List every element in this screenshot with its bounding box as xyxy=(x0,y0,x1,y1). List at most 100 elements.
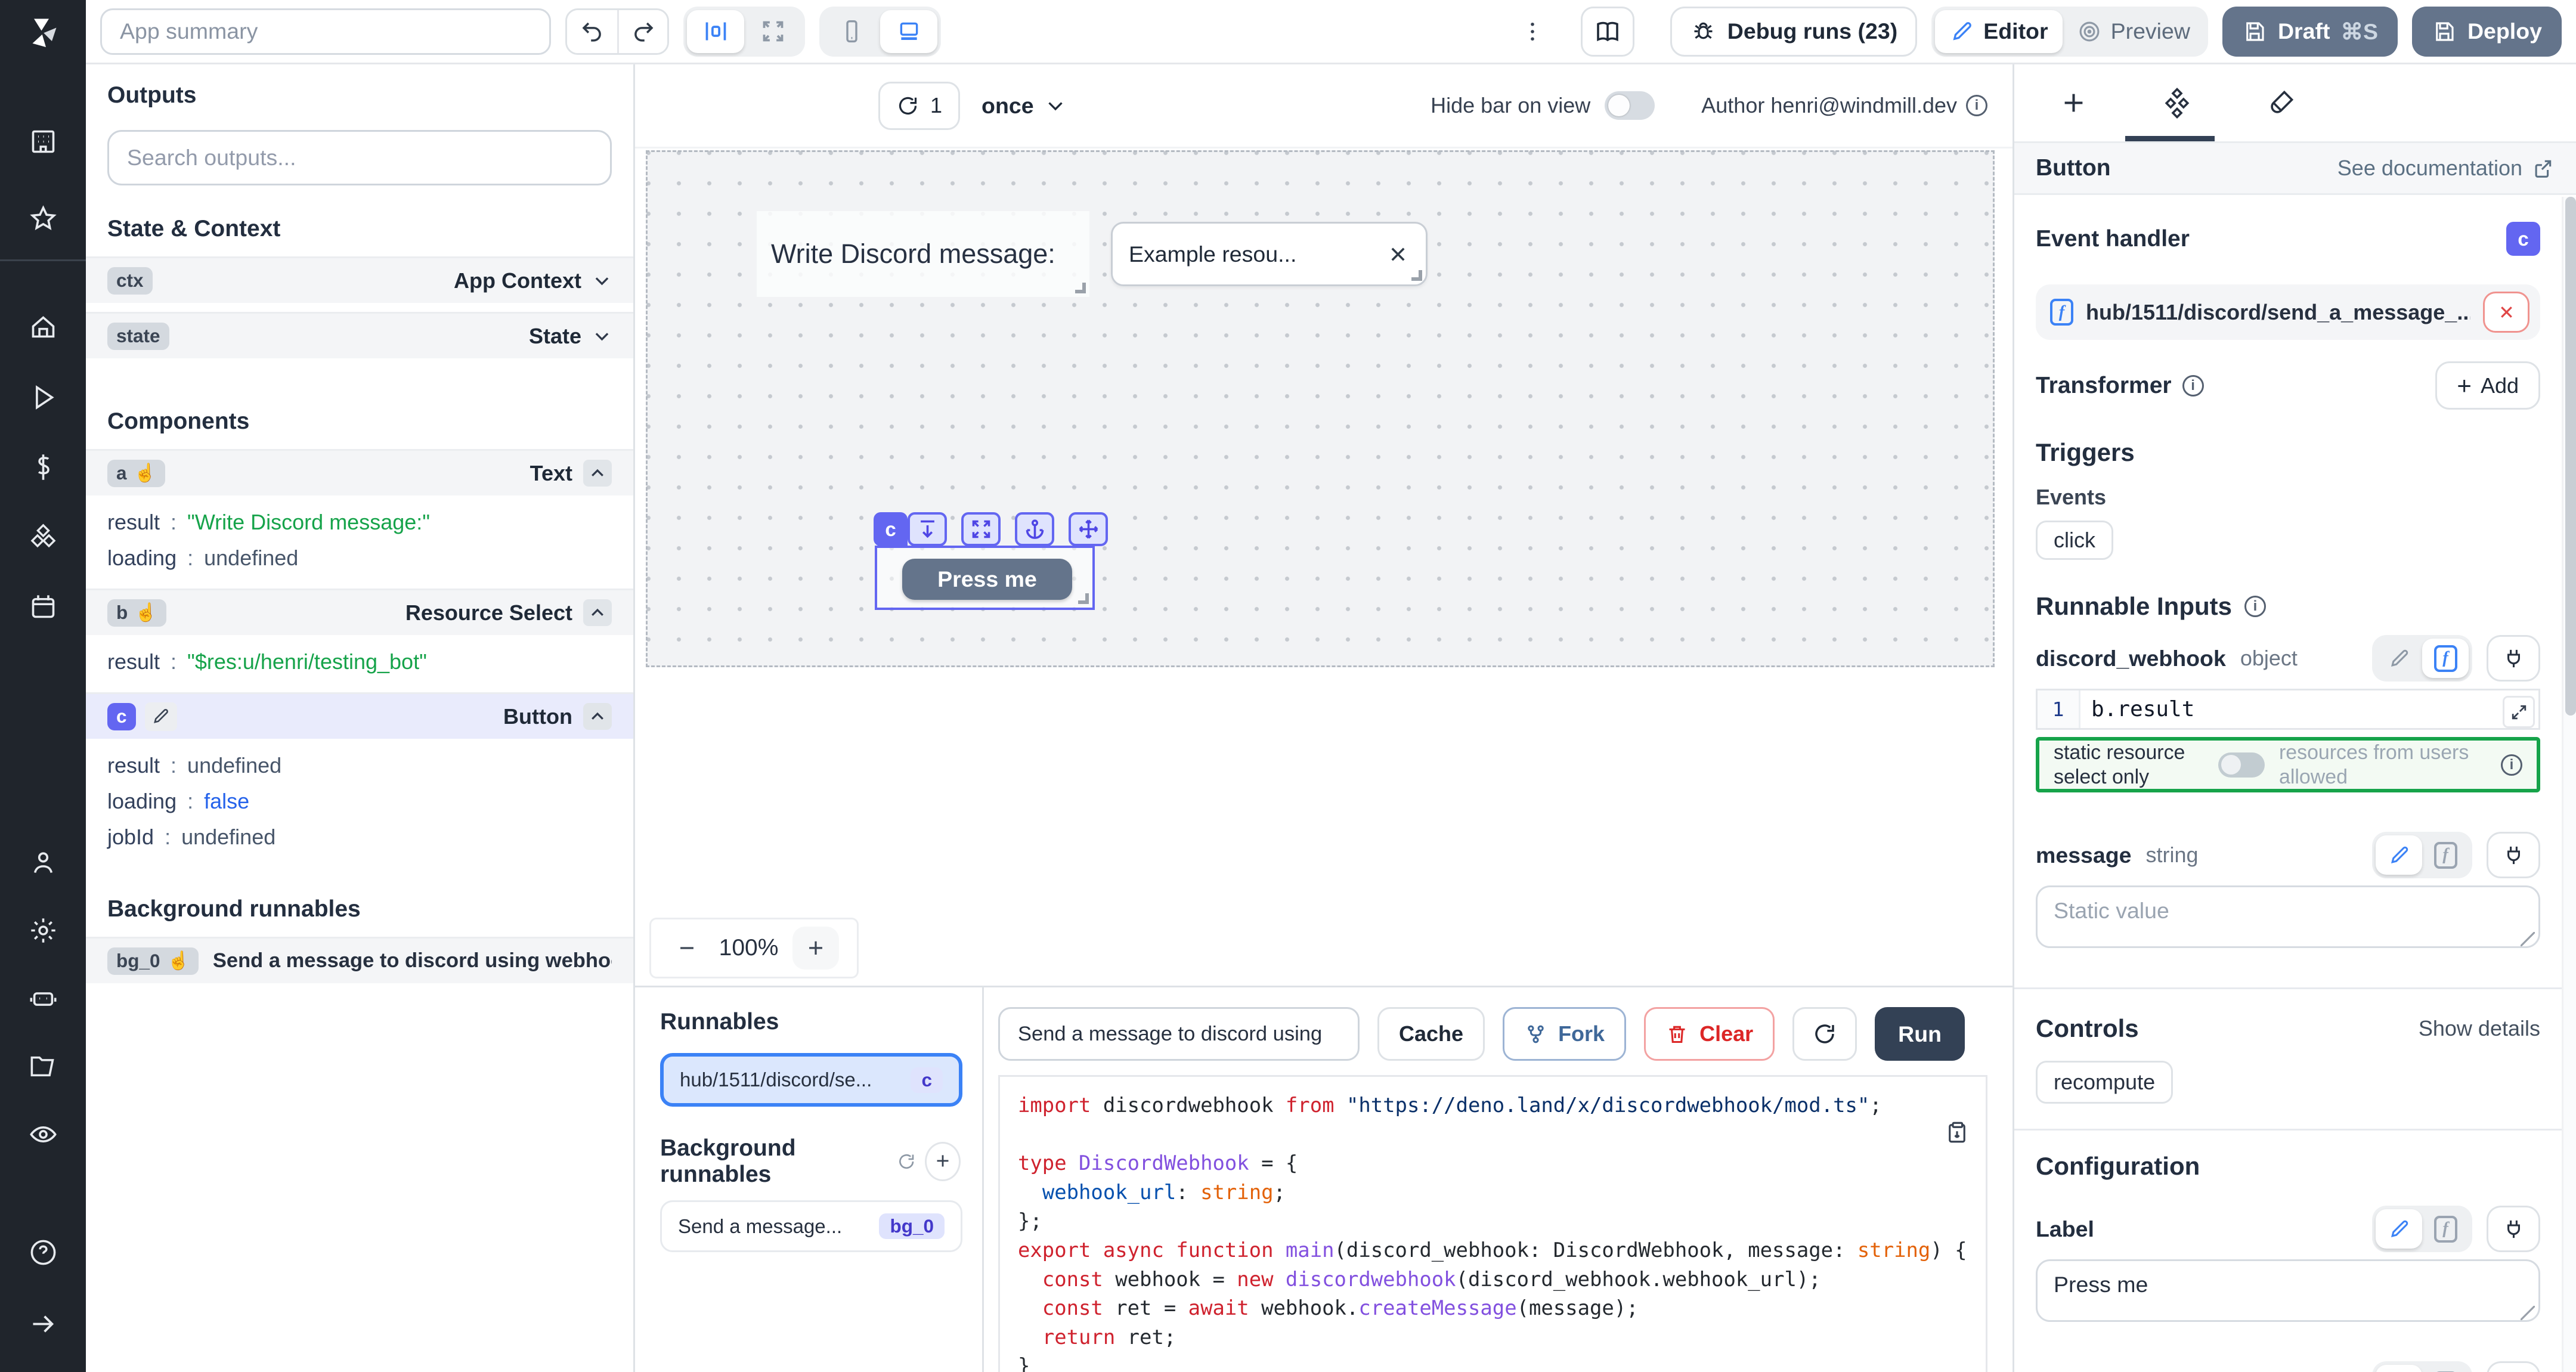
variables-icon[interactable] xyxy=(9,436,77,497)
text-component[interactable]: Write Discord message: xyxy=(757,211,1089,297)
event-handler-resource[interactable]: f hub/1511/discord/send_a_message_... xyxy=(2036,284,2540,340)
cache-button[interactable]: Cache xyxy=(1377,1007,1485,1061)
resources-from-users-toggle[interactable] xyxy=(2218,752,2265,778)
home-icon[interactable] xyxy=(9,297,77,358)
insert-below-icon[interactable] xyxy=(908,512,947,546)
styling-brush-tab[interactable] xyxy=(2229,64,2333,141)
more-menu-icon[interactable] xyxy=(1513,19,1552,44)
collapse-chevron-icon[interactable] xyxy=(583,703,612,730)
schedules-icon[interactable] xyxy=(9,576,77,637)
connect-plug-icon[interactable] xyxy=(2487,1206,2540,1252)
edit-pencil-icon[interactable] xyxy=(145,702,177,731)
component-row-c[interactable]: c Button xyxy=(86,692,633,739)
info-icon[interactable]: i xyxy=(2182,375,2204,397)
resize-handle[interactable] xyxy=(1075,283,1086,293)
info-icon[interactable]: i xyxy=(2244,596,2266,617)
schedule-mode-select[interactable]: once xyxy=(982,93,1066,119)
audit-eye-icon[interactable] xyxy=(9,1104,77,1165)
expression-input[interactable]: 1 b.result xyxy=(2036,689,2540,730)
anchor-icon[interactable] xyxy=(1015,512,1054,546)
background-runnable-row[interactable]: bg_0☝ Send a message to discord using we… xyxy=(86,937,633,983)
tab-editor[interactable]: Editor xyxy=(1935,10,2062,53)
remove-handler-button[interactable] xyxy=(2483,292,2529,333)
resources-icon[interactable] xyxy=(9,506,77,567)
move-component-icon[interactable] xyxy=(1069,512,1108,546)
show-details-link[interactable]: Show details xyxy=(2419,1016,2540,1041)
app-summary-input[interactable] xyxy=(100,8,551,55)
static-pencil-icon[interactable] xyxy=(2376,835,2422,875)
zoom-in-button[interactable]: + xyxy=(792,927,839,970)
refresh-script-button[interactable] xyxy=(1792,1007,1857,1061)
search-outputs-input[interactable] xyxy=(107,130,612,185)
component-row-a[interactable]: a☝ Text xyxy=(86,449,633,495)
chevron-down-icon[interactable] xyxy=(592,326,612,346)
draft-button[interactable]: Draft ⌘S xyxy=(2222,7,2398,57)
desktop-view-button[interactable] xyxy=(880,10,937,53)
zoom-out-button[interactable]: − xyxy=(669,933,705,964)
output-row-state[interactable]: state State xyxy=(86,312,633,358)
resize-handle[interactable] xyxy=(1411,270,1422,281)
collapse-chevron-icon[interactable] xyxy=(583,460,612,487)
undo-button[interactable] xyxy=(567,10,617,53)
collapse-sidebar-icon[interactable] xyxy=(9,1293,77,1354)
hide-bar-toggle[interactable] xyxy=(1605,91,1655,120)
resource-select-component[interactable]: Example resou... xyxy=(1111,222,1428,286)
component-settings-tab[interactable] xyxy=(2125,64,2229,141)
favorites-icon[interactable] xyxy=(9,188,77,249)
component-row-b[interactable]: b☝ Resource Select xyxy=(86,589,633,635)
connect-plug-icon[interactable] xyxy=(2487,1361,2540,1372)
redo-button[interactable] xyxy=(617,10,667,53)
help-icon[interactable] xyxy=(9,1222,77,1283)
mobile-view-button[interactable] xyxy=(823,10,880,53)
label-value-input[interactable]: Press me xyxy=(2036,1259,2540,1322)
expression-f-icon[interactable]: f xyxy=(2422,835,2469,875)
runs-icon[interactable] xyxy=(9,367,77,428)
connect-plug-icon[interactable] xyxy=(2487,832,2540,878)
expand-editor-icon[interactable] xyxy=(2503,696,2535,728)
docs-book-icon[interactable] xyxy=(1581,7,1634,57)
info-icon[interactable]: i xyxy=(1966,95,1987,116)
chevron-down-icon[interactable] xyxy=(592,271,612,290)
collapse-chevron-icon[interactable] xyxy=(583,599,612,626)
info-icon[interactable]: i xyxy=(2501,754,2522,776)
code-editor[interactable]: import discordwebhook from "https://deno… xyxy=(998,1075,1987,1372)
copy-code-icon[interactable] xyxy=(1945,1120,1970,1145)
debug-runs-button[interactable]: Debug runs (23) xyxy=(1670,7,1917,57)
static-pencil-icon[interactable] xyxy=(2376,639,2422,678)
run-button[interactable]: Run xyxy=(1875,1007,1965,1061)
connect-plug-icon[interactable] xyxy=(2487,635,2540,682)
add-background-runnable-button[interactable]: + xyxy=(925,1142,961,1181)
tab-preview[interactable]: Preview xyxy=(2063,10,2205,53)
event-click-chip[interactable]: click xyxy=(2036,521,2113,560)
clear-button[interactable]: Clear xyxy=(1644,1007,1775,1061)
app-artboard[interactable]: Write Discord message: Example resou... … xyxy=(646,150,1995,667)
expand-component-icon[interactable] xyxy=(961,512,1001,546)
add-component-tab[interactable] xyxy=(2021,64,2125,141)
fork-button[interactable]: Fork xyxy=(1503,1007,1626,1061)
expand-canvas-button[interactable] xyxy=(744,10,801,53)
script-name-input[interactable] xyxy=(998,1007,1360,1061)
message-static-value-input[interactable] xyxy=(2036,885,2540,948)
resize-handle[interactable] xyxy=(1078,593,1089,604)
user-icon[interactable] xyxy=(9,832,77,893)
clear-selection-icon[interactable] xyxy=(1386,243,1410,266)
selected-runnable-item[interactable]: hub/1511/discord/se... c xyxy=(660,1053,962,1107)
deploy-button[interactable]: Deploy xyxy=(2412,7,2562,57)
settings-gear-icon[interactable] xyxy=(9,900,77,961)
expression-f-icon[interactable]: f xyxy=(2422,639,2469,678)
expression-f-icon[interactable]: f xyxy=(2422,1365,2469,1372)
ai-robot-icon[interactable] xyxy=(9,968,77,1029)
center-canvas-button[interactable] xyxy=(687,10,744,53)
inspector-scrollbar[interactable] xyxy=(2562,197,2576,1372)
folders-icon[interactable] xyxy=(9,1036,77,1097)
output-row-ctx[interactable]: ctx App Context xyxy=(86,256,633,303)
add-transformer-button[interactable]: +Add xyxy=(2435,361,2540,410)
windmill-logo[interactable] xyxy=(0,0,86,64)
recompute-chip[interactable]: recompute xyxy=(2036,1061,2173,1104)
bg-runnable-item[interactable]: Send a message... bg_0 xyxy=(660,1200,962,1252)
refresh-count-button[interactable]: 1 xyxy=(878,82,960,130)
press-me-button[interactable]: Press me xyxy=(902,559,1072,600)
expression-f-icon[interactable]: f xyxy=(2422,1209,2469,1249)
workspace-icon[interactable] xyxy=(9,111,77,172)
see-documentation-link[interactable]: See documentation xyxy=(2337,156,2555,181)
